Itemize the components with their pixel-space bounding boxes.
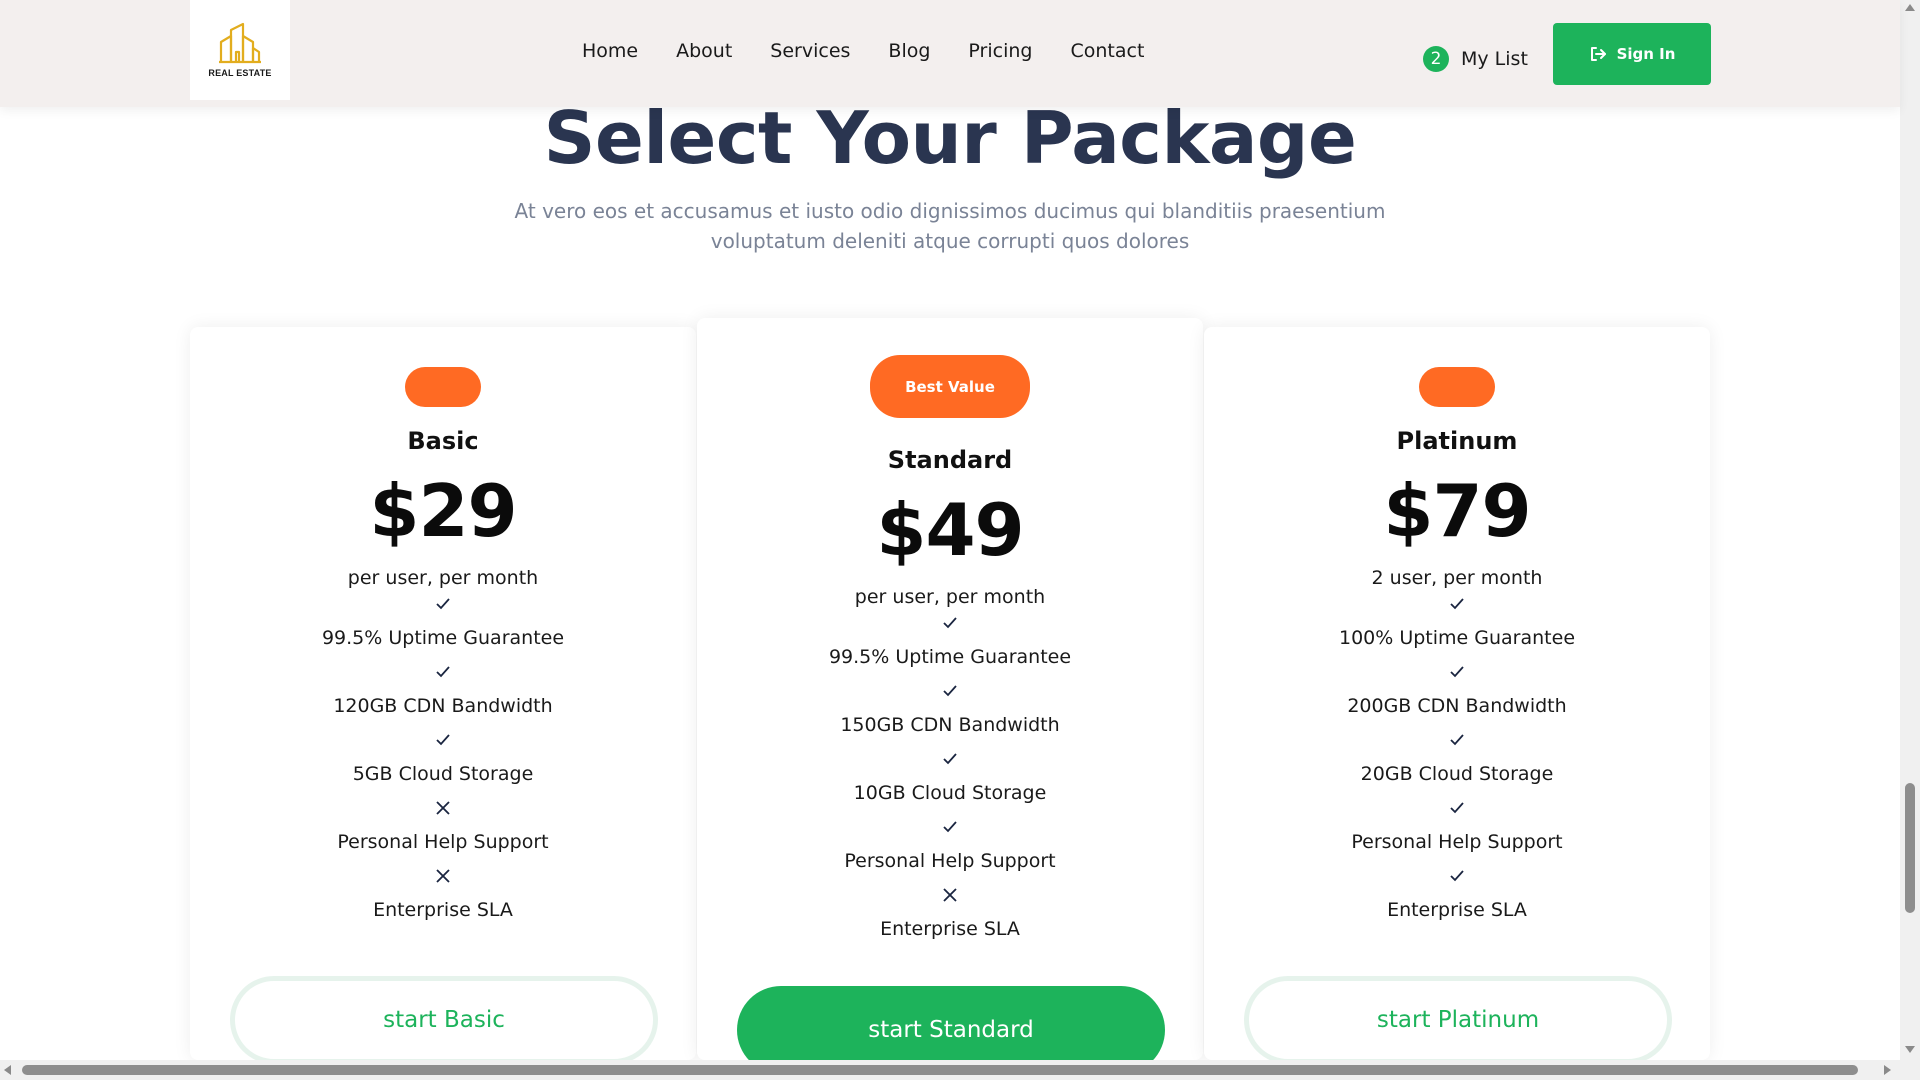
logo[interactable]: REAL ESTATE <box>190 0 290 100</box>
check-icon <box>1204 793 1710 823</box>
nav-home[interactable]: Home <box>582 40 638 62</box>
plan-period: per user, per month <box>347 567 539 589</box>
feature-item: 100% Uptime Guarantee <box>1338 627 1576 649</box>
check-icon <box>697 676 1203 706</box>
nav-pricing[interactable]: Pricing <box>968 40 1032 62</box>
plan-name: Standard <box>887 446 1013 474</box>
plan-price: $49 <box>876 488 1024 572</box>
scroll-left-icon[interactable] <box>4 1065 11 1075</box>
check-icon <box>697 608 1203 638</box>
nav-services[interactable]: Services <box>770 40 850 62</box>
plan-name: Platinum <box>1396 427 1518 455</box>
nav-contact[interactable]: Contact <box>1070 40 1144 62</box>
pricing-card-standard: Best Value Standard $49 per user, per mo… <box>697 318 1203 1074</box>
check-icon <box>190 725 696 755</box>
feature-item: 150GB CDN Bandwidth <box>840 714 1060 736</box>
feature-item: 120GB CDN Bandwidth <box>333 695 553 717</box>
section-title: Select Your Package <box>543 96 1357 180</box>
my-list-link[interactable]: 2 My List <box>1423 46 1528 72</box>
x-icon <box>697 880 1203 910</box>
x-icon <box>190 861 696 891</box>
plan-period: 2 user, per month <box>1371 567 1543 589</box>
pricing-card-platinum: Platinum $79 2 user, per month 100% Upti… <box>1204 327 1710 1064</box>
horizontal-scroll-thumb[interactable] <box>22 1065 1858 1075</box>
feature-list: 99.5% Uptime Guarantee 120GB CDN Bandwid… <box>190 589 696 929</box>
x-icon <box>190 793 696 823</box>
check-icon <box>1204 725 1710 755</box>
check-icon <box>697 812 1203 842</box>
start-basic-button[interactable]: start Basic <box>230 976 658 1064</box>
plan-tag <box>1419 367 1495 407</box>
feature-item: Enterprise SLA <box>1387 899 1527 921</box>
check-icon <box>1204 589 1710 619</box>
check-icon <box>190 589 696 619</box>
check-icon <box>1204 861 1710 891</box>
logo-text: REAL ESTATE <box>208 68 272 78</box>
scroll-right-icon[interactable] <box>1884 1065 1891 1075</box>
site-header: REAL ESTATE Home About Services Blog Pri… <box>0 0 1900 107</box>
plan-price: $79 <box>1383 469 1531 553</box>
plan-price: $29 <box>369 469 517 553</box>
feature-item: Enterprise SLA <box>880 918 1020 940</box>
sign-in-icon <box>1590 47 1606 61</box>
check-icon <box>697 744 1203 774</box>
scroll-down-icon[interactable] <box>1905 1046 1915 1053</box>
sign-in-label: Sign In <box>1616 45 1676 63</box>
scroll-up-icon[interactable] <box>1905 4 1915 11</box>
main-nav: Home About Services Blog Pricing Contact <box>582 40 1144 62</box>
feature-item: 10GB Cloud Storage <box>853 782 1047 804</box>
feature-list: 99.5% Uptime Guarantee 150GB CDN Bandwid… <box>697 608 1203 948</box>
feature-item: Personal Help Support <box>844 850 1056 872</box>
check-icon <box>190 657 696 687</box>
feature-item: 99.5% Uptime Guarantee <box>828 646 1072 668</box>
sign-in-button[interactable]: Sign In <box>1553 23 1711 85</box>
plan-name: Basic <box>407 427 479 455</box>
nav-blog[interactable]: Blog <box>888 40 930 62</box>
start-platinum-button[interactable]: start Platinum <box>1244 976 1672 1064</box>
check-icon <box>1204 657 1710 687</box>
vertical-scroll-thumb[interactable] <box>1905 783 1915 913</box>
feature-item: Personal Help Support <box>337 831 549 853</box>
nav-about[interactable]: About <box>676 40 732 62</box>
vertical-scrollbar[interactable] <box>1900 0 1920 1080</box>
my-list-label: My List <box>1461 48 1528 70</box>
feature-item: Personal Help Support <box>1351 831 1563 853</box>
plan-period: per user, per month <box>854 586 1046 608</box>
feature-item: 5GB Cloud Storage <box>352 763 534 785</box>
building-logo-icon <box>219 22 261 64</box>
pricing-card-basic: Basic $29 per user, per month 99.5% Upti… <box>190 327 696 1064</box>
section-subtitle: At vero eos et accusamus et iusto odio d… <box>514 199 1386 253</box>
feature-item: 200GB CDN Bandwidth <box>1347 695 1567 717</box>
plan-tag <box>405 367 481 407</box>
feature-list: 100% Uptime Guarantee 200GB CDN Bandwidt… <box>1204 589 1710 929</box>
feature-item: Enterprise SLA <box>373 899 513 921</box>
feature-item: 20GB Cloud Storage <box>1360 763 1554 785</box>
horizontal-scrollbar[interactable] <box>0 1060 1900 1080</box>
feature-item: 99.5% Uptime Guarantee <box>321 627 565 649</box>
my-list-count-badge: 2 <box>1423 46 1449 72</box>
best-value-badge: Best Value <box>870 355 1030 418</box>
